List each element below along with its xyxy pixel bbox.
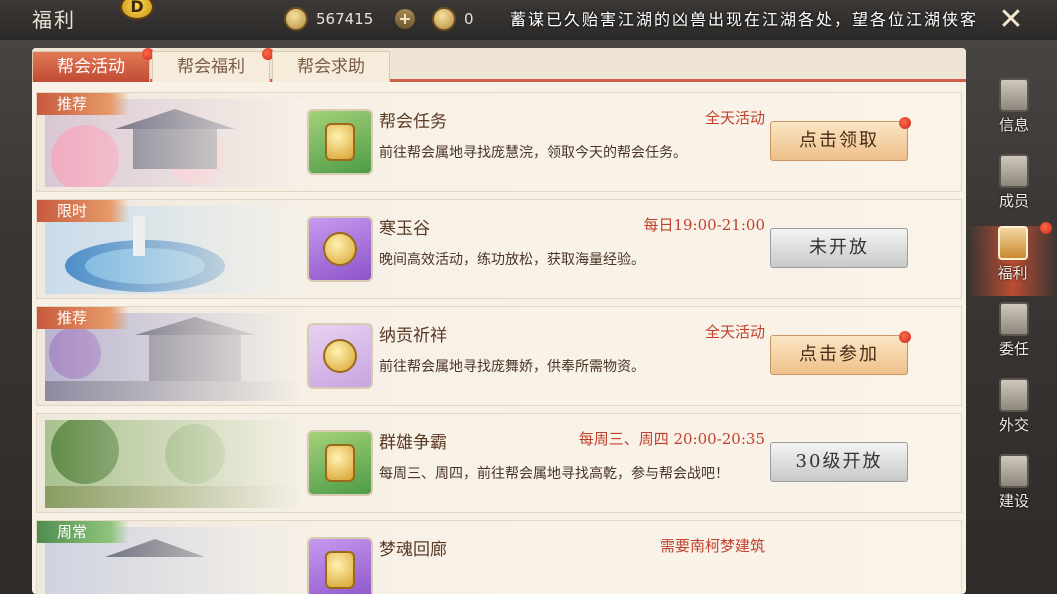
- activity-card: 周常 梦魂回廊 需要南柯梦建筑: [36, 520, 962, 594]
- tab-guild-welfare[interactable]: 帮会福利: [152, 51, 270, 82]
- gold-currency: 0: [432, 6, 474, 32]
- appoint-banner-icon: [999, 302, 1029, 336]
- top-bar: 福利 D 567415 + 0 蓄谋已久贻害江湖的凶兽出现在江湖各处，望各位江湖…: [0, 0, 1057, 40]
- activity-description: 前往帮会属地寻找庞舞娇，供奉所需物资。: [379, 359, 645, 375]
- activity-time: 每日19:00-21:00: [643, 216, 765, 234]
- build-banner-icon: [999, 454, 1029, 488]
- tag-ribbon: 限时: [37, 200, 129, 222]
- not-open-button[interactable]: 未开放: [770, 228, 908, 268]
- guild-token-icon: [325, 123, 355, 161]
- copper-value: 567415: [316, 10, 374, 28]
- activity-time: 全天活动: [704, 109, 765, 127]
- gold-value: 0: [464, 10, 474, 28]
- right-nav: 信息 成员 福利 委任 外交 建设: [968, 40, 1057, 594]
- activity-icon: [307, 109, 373, 175]
- tag-ribbon: 推荐: [37, 93, 129, 115]
- nav-info[interactable]: 信息: [984, 78, 1044, 148]
- coin-medal-icon: [323, 339, 357, 373]
- scroll-icon: [325, 551, 355, 589]
- info-banner-icon: [999, 78, 1029, 112]
- coin-medal-icon: [323, 232, 357, 266]
- notification-dot-icon: [899, 331, 911, 343]
- tab-bar: 帮会活动 帮会福利 帮会求助: [32, 48, 966, 82]
- copper-coin-icon: [284, 7, 308, 31]
- add-copper-button[interactable]: +: [395, 9, 415, 29]
- activity-name: 群雄争霸: [379, 433, 447, 453]
- nav-diplomacy[interactable]: 外交: [984, 378, 1044, 448]
- nav-label: 委任: [998, 340, 1029, 358]
- close-button[interactable]: ✕: [994, 4, 1028, 38]
- tab-guild-help[interactable]: 帮会求助: [272, 51, 390, 82]
- notification-dot-icon: [1040, 222, 1052, 234]
- nav-members[interactable]: 成员: [984, 154, 1044, 224]
- activity-card: 推荐 帮会任务 全天活动 前往帮会属地寻找庞慧浣，领取今天的帮会任务。 点击领取: [36, 92, 962, 192]
- gold-coin-icon: [432, 7, 456, 31]
- copper-currency: 567415: [284, 6, 373, 32]
- announcement-marquee: 蓄谋已久贻害江湖的凶兽出现在江湖各处，望各位江湖侠客: [510, 10, 979, 29]
- nav-label: 成员: [998, 192, 1029, 210]
- activity-name: 梦魂回廊: [379, 540, 447, 560]
- page-title: 福利: [32, 8, 76, 32]
- claim-button[interactable]: 点击领取: [770, 121, 908, 161]
- activity-card: 群雄争霸 每周三、周四 20:00-20:35 每周三、周四，前往帮会属地寻找高…: [36, 413, 962, 513]
- join-button[interactable]: 点击参加: [770, 335, 908, 375]
- activity-time: 每周三、周四 20:00-20:35: [578, 430, 765, 448]
- activity-icon: [307, 323, 373, 389]
- tag-ribbon: 推荐: [37, 307, 129, 329]
- activity-card: 限时 寒玉谷 每日19:00-21:00 晚间高效活动，练功放松，获取海量经验。…: [36, 199, 962, 299]
- vip-badge-icon[interactable]: D: [120, 0, 154, 20]
- nav-welfare[interactable]: 福利: [968, 226, 1057, 296]
- nav-label: 信息: [998, 116, 1029, 134]
- activity-time: 需要南柯梦建筑: [659, 537, 765, 555]
- activity-icon: [307, 216, 373, 282]
- guild-token-icon: [325, 444, 355, 482]
- members-banner-icon: [999, 154, 1029, 188]
- tag-ribbon: 周常: [37, 521, 129, 543]
- activity-scene-image: [45, 420, 305, 508]
- level-lock-button[interactable]: 30级开放: [770, 442, 908, 482]
- diplomacy-banner-icon: [999, 378, 1029, 412]
- welfare-banner-icon: [997, 226, 1028, 260]
- tab-guild-activities[interactable]: 帮会活动: [32, 51, 150, 82]
- activity-description: 前往帮会属地寻找庞慧浣，领取今天的帮会任务。: [379, 145, 687, 161]
- nav-appoint[interactable]: 委任: [984, 302, 1044, 372]
- activity-card: 推荐 纳贡祈祥 全天活动 前往帮会属地寻找庞舞娇，供奉所需物资。 点击参加: [36, 306, 962, 406]
- nav-label: 福利: [997, 264, 1028, 282]
- notification-dot-icon: [899, 117, 911, 129]
- activity-icon: [307, 537, 373, 594]
- activity-icon: [307, 430, 373, 496]
- nav-label: 建设: [998, 492, 1029, 510]
- activity-name: 纳贡祈祥: [379, 326, 447, 346]
- activity-description: 晚间高效活动，练功放松，获取海量经验。: [379, 252, 645, 268]
- guild-panel: 帮会活动 帮会福利 帮会求助 推荐 帮会任务 全天活动 前往帮会属地寻找庞慧浣，…: [32, 48, 966, 594]
- activity-name: 帮会任务: [379, 112, 447, 132]
- activity-description: 每周三、周四，前往帮会属地寻找高乾，参与帮会战吧！: [379, 466, 729, 482]
- activity-time: 全天活动: [704, 323, 765, 341]
- nav-build[interactable]: 建设: [984, 454, 1044, 524]
- nav-label: 外交: [998, 416, 1029, 434]
- activity-name: 寒玉谷: [379, 219, 430, 239]
